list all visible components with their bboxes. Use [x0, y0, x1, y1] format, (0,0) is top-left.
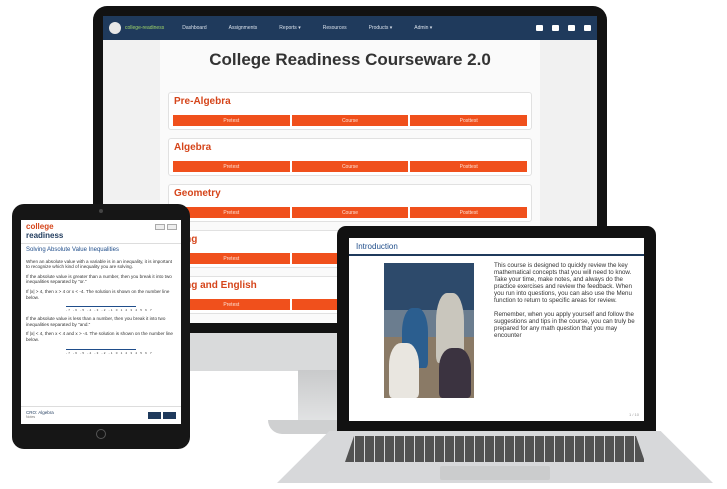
lesson-header: Introduction	[349, 238, 644, 256]
pretest-button[interactable]: Pretest	[173, 207, 290, 218]
number-line-ticks: -7 -6 -5 -4 -3 -2 -1 0 1 2 3 4 5 6 7	[66, 308, 153, 313]
next-button[interactable]	[163, 412, 176, 419]
logo-college: college	[26, 222, 54, 231]
course-name: Algebra	[174, 142, 212, 153]
page-title: College Readiness Courseware 2.0	[209, 50, 491, 69]
nav-dashboard[interactable]: Dashboard	[182, 25, 206, 31]
laptop-screen: Introduction This course is designed to …	[349, 238, 644, 421]
lesson-paragraph: If |x| < 4, then x < 4 and x > -4. The s…	[26, 331, 173, 342]
posttest-button[interactable]: Posttest	[410, 207, 528, 218]
mail-icon[interactable]	[552, 25, 559, 31]
lesson-paragraph: If |x| > 4, then x > 4 or x < -4. The so…	[26, 288, 170, 300]
laptop: Introduction This course is designed to …	[337, 226, 656, 432]
tablet-footer: CRO: Algebra Notes	[21, 406, 181, 424]
classroom-photo	[384, 263, 474, 398]
nav-products[interactable]: Products ▾	[369, 25, 393, 31]
nav-admin[interactable]: Admin ▾	[414, 25, 432, 31]
posttest-button[interactable]: Posttest	[410, 161, 528, 172]
top-navbar: college-readiness Dashboard Assignments …	[103, 16, 597, 40]
course-button[interactable]: Course	[291, 115, 409, 126]
keyboard	[345, 436, 645, 462]
pretest-button[interactable]: Pretest	[173, 299, 290, 310]
intro-text: This course is designed to quickly revie…	[494, 262, 636, 345]
course-name: Pre-Algebra	[174, 96, 231, 107]
logo-readiness: readiness	[26, 231, 64, 240]
course-card-algebra: Algebra Pretest Course Posttest	[168, 138, 532, 176]
nav-reports[interactable]: Reports ▾	[279, 25, 300, 31]
menu-button[interactable]	[155, 224, 165, 230]
lesson-content: Solving Absolute Value Inequalities When…	[21, 244, 181, 363]
intro-paragraph-2: Remember, when you apply yourself and fo…	[494, 310, 635, 339]
intro-paragraph-1: This course is designed to quickly revie…	[494, 262, 632, 305]
pretest-button[interactable]: Pretest	[173, 115, 290, 126]
nav-resources[interactable]: Resources	[323, 25, 347, 31]
pretest-button[interactable]: Pretest	[173, 161, 290, 172]
trackpad	[440, 466, 550, 480]
course-button[interactable]: Course	[291, 207, 409, 218]
course-card-geometry: Geometry Pretest Course Posttest	[168, 184, 532, 222]
pretest-button[interactable]: Pretest	[173, 253, 290, 264]
home-button[interactable]	[96, 429, 106, 439]
number-line: -7 -6 -5 -4 -3 -2 -1 0 1 2 3 4 5 6 7	[66, 304, 153, 313]
tablet-screen: college readiness Solving Absolute Value…	[21, 220, 181, 424]
camera-icon	[99, 209, 103, 213]
course-card-pre-algebra: Pre-Algebra Pretest Course Posttest	[168, 92, 532, 130]
tablet: college readiness Solving Absolute Value…	[12, 204, 190, 449]
number-line-ticks: -7 -6 -5 -4 -3 -2 -1 0 1 2 3 4 5 6 7	[66, 350, 153, 355]
posttest-button[interactable]: Posttest	[410, 115, 528, 126]
course-button[interactable]: Course	[291, 161, 409, 172]
lesson-paragraph: If the absolute value is greater than a …	[26, 273, 172, 285]
lesson-paragraph: If the absolute value is less than a num…	[26, 316, 166, 327]
page-indicator: 1 / 10	[628, 412, 639, 417]
back-button[interactable]	[148, 412, 161, 419]
logo-icon	[109, 22, 121, 34]
course-name: Geometry	[174, 188, 221, 199]
lesson-paragraph: When an absolute value with a variable i…	[26, 258, 172, 270]
tablet-header: college readiness	[21, 220, 181, 244]
section-title: Introduction	[356, 242, 398, 251]
logout-icon[interactable]	[568, 25, 575, 31]
number-line: -7 -6 -5 -4 -3 -2 -1 0 1 2 3 4 5 6 7	[66, 347, 153, 355]
notification-icon[interactable]	[584, 25, 591, 31]
nav-assignments[interactable]: Assignments	[229, 25, 258, 31]
lesson-title: Solving Absolute Value Inequalities	[26, 247, 119, 253]
user-icon[interactable]	[536, 25, 543, 31]
help-button[interactable]	[167, 224, 177, 230]
brand-name: college-readiness	[125, 25, 165, 31]
